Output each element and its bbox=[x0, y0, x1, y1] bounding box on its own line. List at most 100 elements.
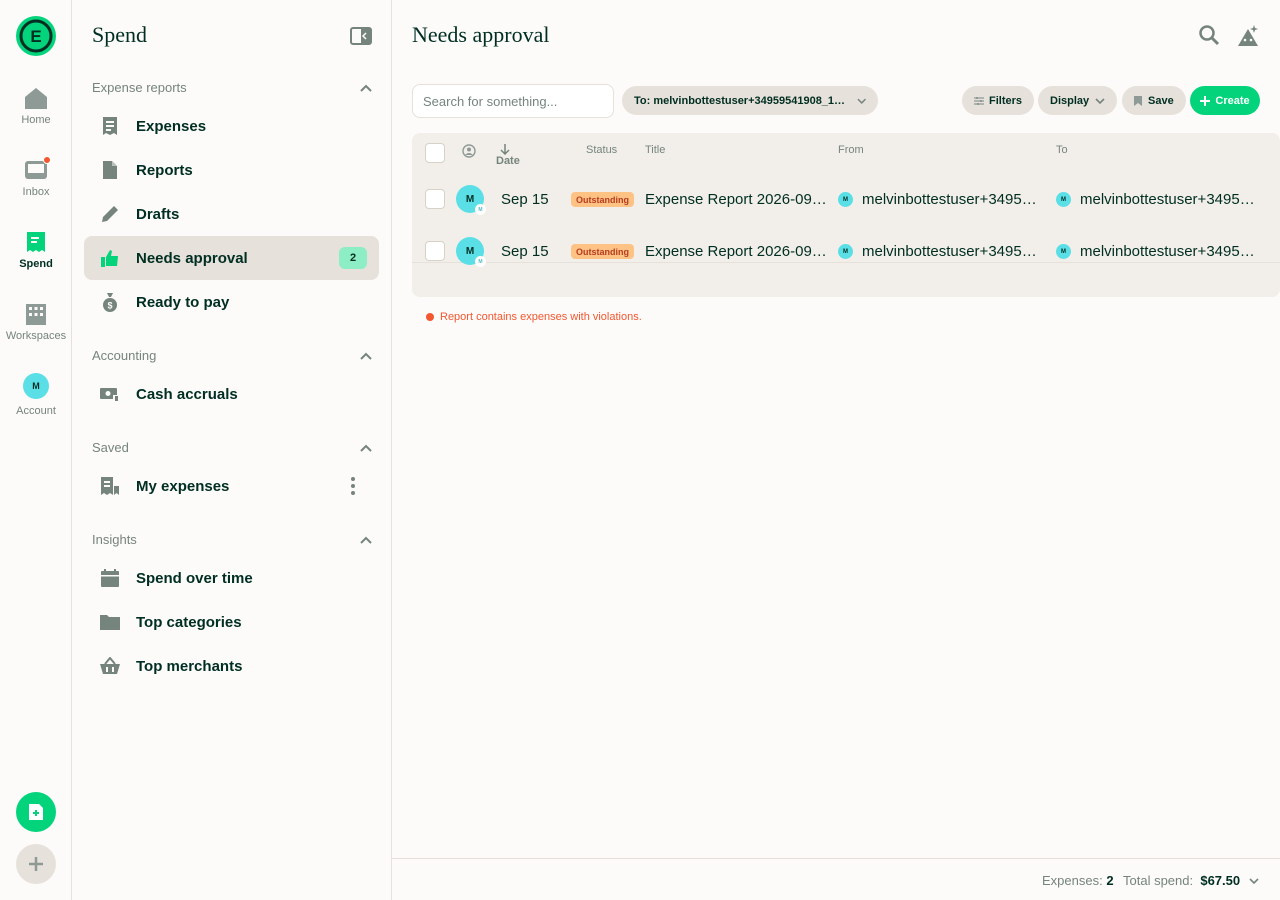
concierge-button[interactable] bbox=[1236, 24, 1260, 48]
row-date: Sep 15 bbox=[501, 191, 549, 208]
rail-label: Home bbox=[21, 114, 51, 126]
column-status[interactable]: Status bbox=[586, 144, 617, 156]
display-button[interactable]: Display bbox=[1038, 86, 1118, 115]
section-heading: Accounting bbox=[92, 348, 157, 363]
section-heading: Saved bbox=[92, 440, 129, 455]
inbox-icon bbox=[24, 156, 51, 182]
column-to[interactable]: To bbox=[1056, 144, 1068, 156]
reports-table: Date Status Title From To MM Sep 15 Outs… bbox=[412, 133, 1280, 323]
rail-label: Workspaces bbox=[5, 330, 67, 342]
row-title: Expense Report 2026-09-... bbox=[645, 191, 828, 208]
section-insights[interactable]: Insights bbox=[92, 532, 372, 547]
section-accounting[interactable]: Accounting bbox=[92, 348, 372, 363]
row-from: Mmelvinbottestuser+34959... bbox=[838, 191, 1038, 208]
collapse-sidebar-button[interactable] bbox=[350, 27, 372, 45]
sidebar-item-label: Drafts bbox=[136, 205, 180, 223]
sidebar-item-top-categories[interactable]: Top categories bbox=[84, 600, 379, 644]
logo-icon: E bbox=[19, 19, 53, 53]
document-icon bbox=[100, 160, 120, 180]
filters-button[interactable]: Filters bbox=[962, 86, 1035, 115]
sidebar-item-label: Ready to pay bbox=[136, 293, 230, 311]
sidebar-item-label: Top categories bbox=[136, 613, 242, 631]
avatar: M bbox=[1056, 192, 1071, 207]
row-checkbox[interactable] bbox=[425, 241, 445, 261]
chevron-up-icon bbox=[360, 352, 372, 360]
rail-label: Spend bbox=[19, 258, 53, 270]
table-body: MM Sep 15 Outstanding Expense Report 202… bbox=[412, 169, 1280, 323]
section-expense-reports[interactable]: Expense reports bbox=[92, 80, 372, 95]
column-label: Date bbox=[496, 155, 520, 167]
rail-item-account[interactable]: M Account bbox=[0, 373, 72, 417]
sidebar-item-label: Top merchants bbox=[136, 657, 243, 675]
sidebar-title: Spend bbox=[92, 22, 147, 47]
rail-label: Inbox bbox=[22, 186, 50, 198]
building-icon bbox=[24, 302, 48, 326]
sidebar-item-expenses[interactable]: Expenses bbox=[84, 104, 379, 148]
bookmark-icon bbox=[1134, 95, 1142, 106]
sidebar-item-label: Reports bbox=[136, 161, 193, 179]
sidebar-collapse-icon bbox=[350, 27, 372, 45]
sidebar-item-label: Expenses bbox=[136, 117, 207, 135]
unread-dot bbox=[43, 156, 51, 164]
receipt-icon bbox=[100, 116, 120, 136]
sidebar-item-reports[interactable]: Reports bbox=[84, 148, 379, 192]
table-row[interactable]: MM Sep 15 Outstanding Expense Report 202… bbox=[412, 169, 1280, 221]
chevron-down-icon[interactable] bbox=[1249, 878, 1259, 884]
expensify-logo[interactable]: E bbox=[16, 16, 56, 56]
error-dot-icon bbox=[426, 313, 434, 321]
chevron-up-icon bbox=[360, 536, 372, 544]
select-all-checkbox[interactable] bbox=[425, 143, 445, 163]
home-icon bbox=[24, 86, 48, 110]
create-button[interactable]: Create bbox=[1190, 86, 1260, 115]
sidebar-item-label: My expenses bbox=[136, 477, 230, 495]
table-row[interactable]: MM Sep 15 Outstanding Expense Report 202… bbox=[412, 221, 1280, 273]
arrow-down-icon bbox=[500, 144, 510, 156]
sidebar-item-spend-over-time[interactable]: Spend over time bbox=[84, 556, 379, 600]
receipt-icon bbox=[24, 230, 48, 254]
plus-icon bbox=[29, 857, 43, 871]
column-title[interactable]: Title bbox=[645, 144, 665, 156]
create-label: Create bbox=[1215, 94, 1250, 107]
svg-text:$: $ bbox=[107, 301, 112, 311]
avatar: M bbox=[838, 192, 853, 207]
create-workspace-button[interactable] bbox=[16, 844, 56, 884]
column-from[interactable]: From bbox=[838, 144, 864, 156]
quick-action-button[interactable] bbox=[16, 792, 56, 832]
left-rail: E Home Inbox Spend Workspaces M Account bbox=[0, 0, 72, 900]
more-options-icon[interactable] bbox=[343, 476, 363, 496]
sidebar-item-ready-to-pay[interactable]: $ Ready to pay bbox=[84, 280, 379, 324]
page-title: Needs approval bbox=[412, 22, 550, 47]
totals-footer[interactable]: Expenses: 2 Total spend: $67.50 bbox=[392, 858, 1280, 900]
avatar: MM bbox=[456, 237, 486, 267]
section-saved[interactable]: Saved bbox=[92, 440, 372, 455]
rail-item-home[interactable]: Home bbox=[0, 86, 72, 126]
violation-text: Report contains expenses with violations… bbox=[440, 311, 642, 323]
sidebar-item-needs-approval[interactable]: Needs approval 2 bbox=[84, 236, 379, 280]
rail-item-inbox[interactable]: Inbox bbox=[0, 156, 72, 198]
search-input[interactable] bbox=[412, 84, 614, 118]
sidebar-item-my-expenses[interactable]: My expenses bbox=[84, 464, 379, 508]
user-icon bbox=[462, 144, 476, 161]
column-date[interactable]: Date bbox=[496, 144, 520, 167]
filter-icon bbox=[974, 96, 984, 105]
sidebar-item-cash-accruals[interactable]: Cash accruals bbox=[84, 372, 379, 416]
thumbs-up-icon bbox=[100, 248, 120, 268]
search-icon bbox=[1199, 25, 1220, 46]
sidebar-item-drafts[interactable]: Drafts bbox=[84, 192, 379, 236]
main-content: Needs approval To: melvinbottestuser+349… bbox=[392, 0, 1280, 900]
search-button[interactable] bbox=[1198, 24, 1222, 48]
rail-label: Account bbox=[16, 405, 56, 417]
rail-item-spend[interactable]: Spend bbox=[0, 230, 72, 270]
section-heading: Insights bbox=[92, 532, 137, 547]
save-search-button[interactable]: Save bbox=[1122, 86, 1186, 115]
section-heading: Expense reports bbox=[92, 80, 187, 95]
basket-icon bbox=[100, 656, 120, 676]
sparkle-triangle-icon bbox=[1238, 25, 1258, 46]
rail-item-workspaces[interactable]: Workspaces bbox=[0, 302, 72, 342]
sidebar-item-top-merchants[interactable]: Top merchants bbox=[84, 644, 379, 688]
chevron-down-icon bbox=[856, 98, 866, 104]
to-filter-pill[interactable]: To: melvinbottestuser+34959541908_1_we..… bbox=[622, 86, 878, 115]
row-checkbox[interactable] bbox=[425, 189, 445, 209]
spend-sidebar: Spend Expense reports Expenses Reports D… bbox=[72, 0, 392, 900]
table-header: Date Status Title From To bbox=[412, 133, 1280, 169]
